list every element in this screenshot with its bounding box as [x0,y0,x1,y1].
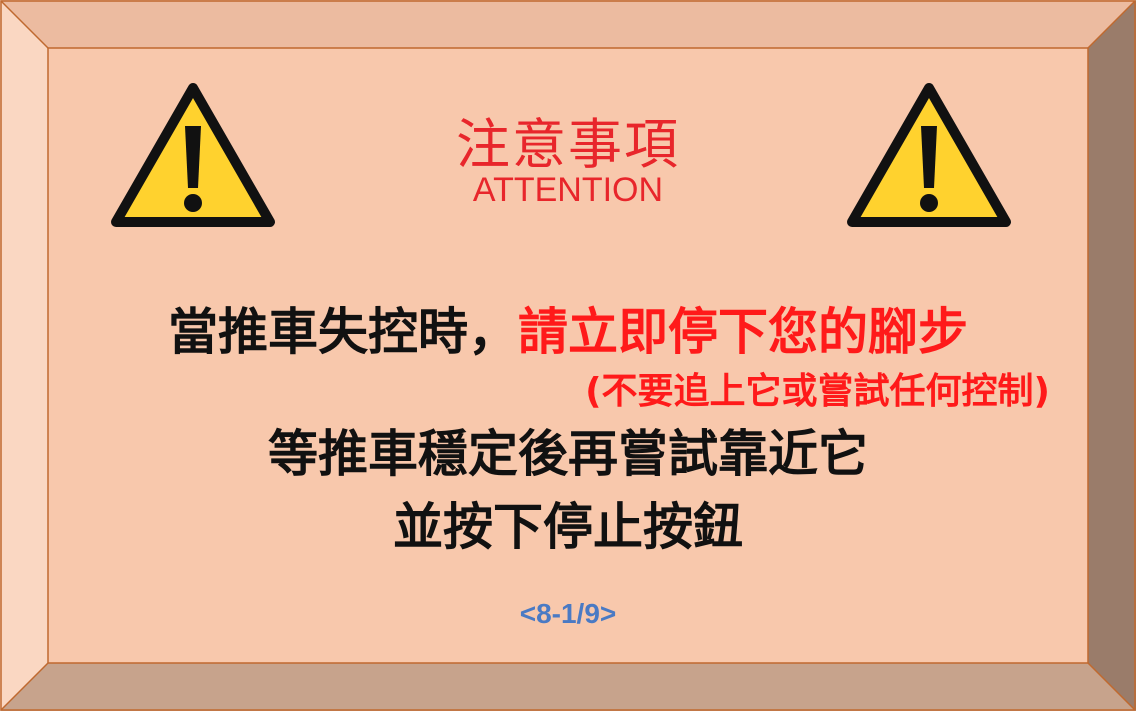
instruction-note-text: (不要追上它或嘗試任何控制) [585,371,1050,412]
notice-panel: 注意事項 ATTENTION 當推車失控時，請立即停下您的腳步 (不要追上它或嘗… [0,0,1136,711]
instruction-line-4: 並按下停止按鈕 [393,498,743,556]
page-indicator: <8-1/9> [519,598,617,629]
instruction-condition: 當推車失控時， [168,303,518,361]
instruction-line-1: 當推車失控時，請立即停下您的腳步 [0,292,1136,364]
instruction-stop-warning: 請立即停下您的腳步 [518,303,968,361]
notice-title: 注意事項 [456,113,680,176]
notice-subtitle: ATTENTION [472,171,664,209]
instruction-line-3: 等推車穩定後再嘗試靠近它 [268,425,868,483]
